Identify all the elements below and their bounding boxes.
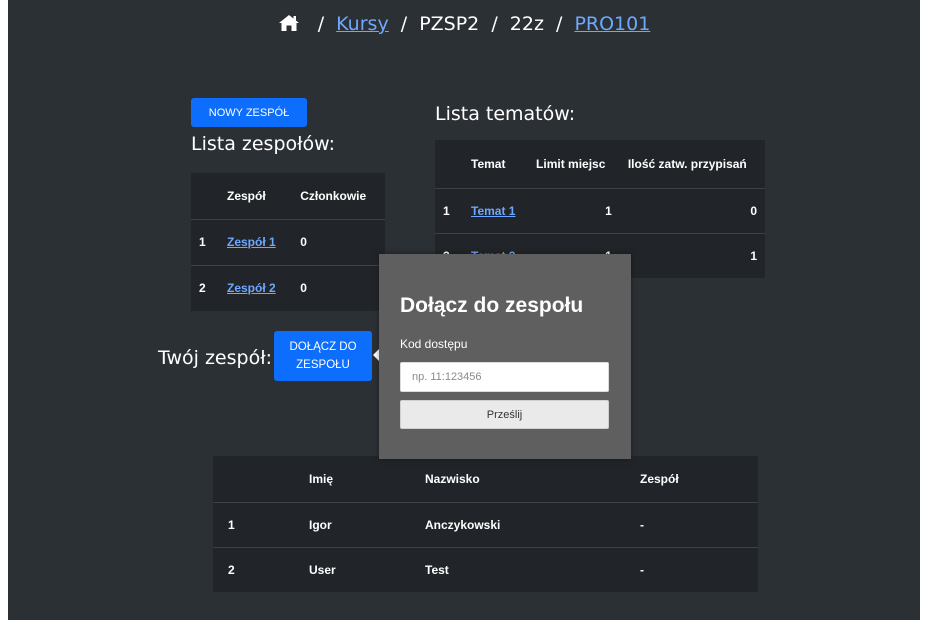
column-header <box>213 456 301 503</box>
teams-heading: Lista zespołów: <box>191 133 336 155</box>
column-header: Nazwisko <box>417 456 632 503</box>
breadcrumb-course-code: PZSP2 <box>419 13 480 35</box>
table-row: 1 Igor Anczykowski - <box>213 502 758 548</box>
student-last-name: Test <box>425 562 449 577</box>
student-team: - <box>632 502 758 548</box>
column-header: Zespół <box>219 173 293 220</box>
table-row: 1 Zespół 1 0 <box>191 219 385 266</box>
team-link[interactable]: Zespół 2 <box>227 281 276 295</box>
app-container: / Kursy / PZSP2 / 22z / PRO101 NOWY ZESP… <box>8 0 920 620</box>
your-team-label: Twój zespół: <box>158 347 272 369</box>
student-team: - <box>640 562 644 577</box>
student-first-name: Igor <box>301 502 417 548</box>
table-header-row: Temat Limit miejsc Ilość zatw. przypisań <box>435 140 765 189</box>
team-link[interactable]: Zespół 1 <box>227 235 276 249</box>
row-index: 1 <box>435 188 463 234</box>
breadcrumb-separator: / <box>491 13 498 35</box>
column-header: Temat <box>463 140 529 189</box>
column-header: Członkowie <box>292 173 385 220</box>
column-header: Zespół <box>632 456 758 503</box>
team-members: 0 <box>292 219 385 266</box>
breadcrumb-courses-link[interactable]: Kursy <box>336 13 389 35</box>
column-header: Imię <box>301 456 417 503</box>
join-team-button[interactable]: DOŁĄCZ DO ZESPOŁU <box>274 331 372 381</box>
submit-button[interactable]: Prześlij <box>400 400 609 429</box>
access-code-input[interactable] <box>400 362 609 392</box>
teams-table: Zespół Członkowie 1 Zespół 1 0 2 Zespół … <box>191 173 385 311</box>
column-header: Limit miejsc <box>528 140 620 189</box>
team-members: 0 <box>300 281 307 296</box>
breadcrumb: / Kursy / PZSP2 / 22z / PRO101 <box>8 13 920 37</box>
row-index: 2 <box>199 281 206 296</box>
breadcrumb-semester: 22z <box>509 13 544 35</box>
home-icon[interactable] <box>278 14 300 37</box>
breadcrumb-separator: / <box>317 13 325 35</box>
table-row: 2 Zespół 2 0 <box>191 265 385 311</box>
column-header <box>191 173 219 220</box>
student-first-name: User <box>309 562 336 577</box>
topic-limit: 1 <box>528 188 620 234</box>
new-team-button[interactable]: NOWY ZESPÓŁ <box>191 98 307 127</box>
topic-approved: 1 <box>750 248 757 263</box>
topic-approved: 0 <box>619 188 765 234</box>
join-team-button-label: DOŁĄCZ DO <box>289 341 357 353</box>
breadcrumb-separator: / <box>400 13 408 35</box>
row-index: 1 <box>213 502 301 548</box>
row-index: 2 <box>228 562 235 577</box>
breadcrumb-separator: / <box>555 13 563 35</box>
column-header <box>435 140 463 189</box>
column-header: Ilość zatw. przypisań <box>619 140 765 189</box>
row-index: 1 <box>191 219 219 266</box>
breadcrumb-project-link[interactable]: PRO101 <box>574 13 650 35</box>
students-table: Imię Nazwisko Zespół 1 Igor Anczykowski … <box>213 456 758 592</box>
topic-link[interactable]: Temat 1 <box>471 204 515 218</box>
table-row: 1 Temat 1 1 0 <box>435 188 765 234</box>
topics-heading: Lista tematów: <box>435 103 576 125</box>
join-team-modal: Dołącz do zespołu Kod dostępu Prześlij <box>379 254 631 459</box>
table-row: 2 User Test - <box>213 547 758 592</box>
student-last-name: Anczykowski <box>417 502 632 548</box>
table-header-row: Imię Nazwisko Zespół <box>213 456 758 503</box>
join-team-button-label: ZESPOŁU <box>296 359 350 371</box>
access-code-label: Kod dostępu <box>400 337 468 351</box>
table-header-row: Zespół Członkowie <box>191 173 385 220</box>
modal-title: Dołącz do zespołu <box>400 294 584 317</box>
